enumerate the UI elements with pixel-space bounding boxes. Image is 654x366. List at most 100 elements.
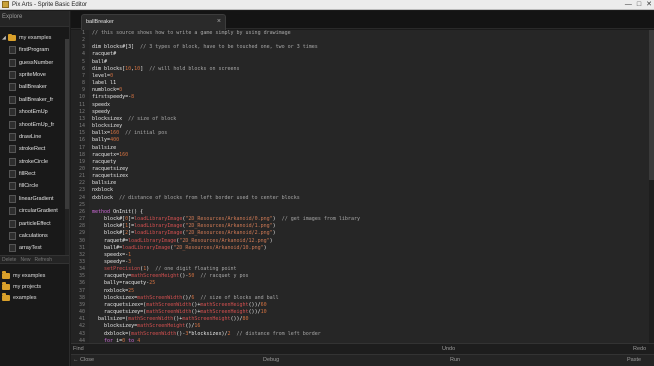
paste-button[interactable]: Paste bbox=[627, 357, 641, 363]
sidebar-file-item[interactable]: arrayTest bbox=[0, 242, 69, 254]
code-line[interactable]: 22 ballsize bbox=[71, 180, 654, 187]
close-window-button[interactable]: ✕ bbox=[646, 0, 652, 10]
code-line[interactable]: 16 bally=400 bbox=[71, 137, 654, 144]
line-source: racquetsizex=(mathScreenWidth()+mathScre… bbox=[92, 302, 654, 309]
code-line[interactable]: 38 blocksizex=mathScreenWidth()/6 // siz… bbox=[71, 295, 654, 302]
code-line[interactable]: 34 setPrecision(1) // one digit floating… bbox=[71, 266, 654, 273]
folder-icon bbox=[8, 33, 16, 41]
tab-ballbreaker[interactable]: ballBreaker × bbox=[81, 14, 226, 30]
code-line[interactable]: 32 speedx=-1 bbox=[71, 252, 654, 259]
undo-button[interactable]: Undo bbox=[442, 346, 455, 352]
sidebar-file-item[interactable]: calculations bbox=[0, 230, 69, 242]
debug-button[interactable]: Debug bbox=[263, 357, 279, 363]
line-source: level=0 bbox=[92, 73, 654, 80]
folder-my-examples[interactable]: ◢ my examples bbox=[0, 32, 69, 44]
sidebar-file-item[interactable]: spriteMove bbox=[0, 69, 69, 81]
code-line[interactable]: 27 block#[0]=loadLibraryImage("2D_Resour… bbox=[71, 216, 654, 223]
code-line[interactable]: 1 // this source shows how to write a gam… bbox=[71, 30, 654, 37]
refresh-button[interactable]: Refresh bbox=[34, 257, 52, 263]
code-line[interactable]: 31 ball#=loadLibraryImage("2D_Resources/… bbox=[71, 245, 654, 252]
code-line[interactable]: 43 dxblock=(mathScreenWidth()-3*blocksiz… bbox=[71, 331, 654, 338]
code-line[interactable]: 19 racquety bbox=[71, 159, 654, 166]
code-line[interactable]: 11 speedx bbox=[71, 102, 654, 109]
file-icon bbox=[9, 145, 16, 154]
code-line[interactable]: 2 bbox=[71, 37, 654, 44]
sidebar-file-item[interactable]: firstProgram bbox=[0, 44, 69, 56]
code-line[interactable]: 15 ballx=160 // initial pos bbox=[71, 130, 654, 137]
sidebar-scrollbar[interactable] bbox=[65, 39, 69, 255]
sidebar-file-item[interactable]: fillCircle bbox=[0, 180, 69, 192]
code-line[interactable]: 23 nxblock bbox=[71, 187, 654, 194]
code-token: 8 bbox=[131, 94, 135, 101]
delete-button[interactable]: Delete bbox=[2, 257, 16, 263]
code-line[interactable]: 9 numblock=0 bbox=[71, 87, 654, 94]
code-line[interactable]: 33 speedy=-3 bbox=[71, 259, 654, 266]
find-button[interactable]: Find bbox=[73, 346, 84, 352]
line-source: speedx=-1 bbox=[92, 252, 654, 259]
sidebar-file-item[interactable]: drawLine bbox=[0, 131, 69, 143]
sidebar-file-item[interactable]: ballBreaker bbox=[0, 81, 69, 93]
code-line[interactable]: 41 ballsize=(mathScreenWidth()+mathScree… bbox=[71, 316, 654, 323]
sidebar-file-item[interactable]: guessNumber bbox=[0, 56, 69, 68]
maximize-button[interactable]: □ bbox=[637, 0, 641, 10]
sidebar-file-item[interactable]: shootEmUp bbox=[0, 106, 69, 118]
sidebar-file-item[interactable]: particleEffect bbox=[0, 217, 69, 229]
code-line[interactable]: 5 ball# bbox=[71, 59, 654, 66]
line-source: bally=racquety-25 bbox=[92, 280, 654, 287]
code-line[interactable]: 24 dxblock // distance of blocks from lef… bbox=[71, 195, 654, 202]
code-line[interactable]: 21 racquetsizex bbox=[71, 173, 654, 180]
new-button[interactable]: New bbox=[20, 257, 30, 263]
sidebar-file-item[interactable]: circularGradient bbox=[0, 205, 69, 217]
minimize-button[interactable]: — bbox=[625, 0, 632, 10]
line-source: method OnInit() { bbox=[92, 209, 654, 216]
sidebar-file-label: circularGradient bbox=[19, 208, 58, 215]
code-line[interactable]: 17 ballsize bbox=[71, 145, 654, 152]
line-number: 12 bbox=[78, 108, 85, 115]
close-button[interactable]: ← Close bbox=[73, 357, 94, 363]
sidebar-file-item[interactable]: strokeCircle bbox=[0, 156, 69, 168]
project-folder-label: my projects bbox=[13, 283, 42, 290]
code-line[interactable]: 30 raquet#=loadLibraryImage("2D_Resource… bbox=[71, 238, 654, 245]
code-token: ) bbox=[272, 223, 276, 230]
sidebar-file-item[interactable]: shootEmUp_fr bbox=[0, 118, 69, 130]
code-line[interactable]: 3 dim blocks#[3] // 3 types of block, hav… bbox=[71, 44, 654, 51]
code-line[interactable]: 35 racquety=mathScreenHeight()-50 // rac… bbox=[71, 273, 654, 280]
code-line[interactable]: 28 block#[1]=loadLibraryImage("2D_Resour… bbox=[71, 223, 654, 230]
code-line[interactable]: 37 nxblock=25 bbox=[71, 288, 654, 295]
code-editor[interactable]: 1 // this source shows how to write a gam… bbox=[71, 30, 654, 343]
tab-close-icon[interactable]: × bbox=[217, 18, 221, 25]
code-line[interactable]: 14 blocksizey bbox=[71, 123, 654, 130]
code-line[interactable]: 20 racquetsizey bbox=[71, 166, 654, 173]
code-line[interactable]: 36 bally=racquety-25 bbox=[71, 280, 654, 287]
editor-scrollbar[interactable] bbox=[649, 30, 654, 343]
sidebar-file-item[interactable]: linearGradient bbox=[0, 193, 69, 205]
project-folder-label: examples bbox=[13, 294, 37, 301]
line-source: racquetsizex bbox=[92, 173, 654, 180]
code-line[interactable]: 7 level=0 bbox=[71, 73, 654, 80]
code-line[interactable]: 25 bbox=[71, 202, 654, 209]
code-line[interactable]: 8 label l1 bbox=[71, 80, 654, 87]
code-line[interactable]: 18 racquetx=160 bbox=[71, 152, 654, 159]
sidebar-file-item[interactable]: strokeRect bbox=[0, 143, 69, 155]
project-folder-my-examples[interactable]: my examples bbox=[0, 270, 69, 281]
editor-scroll-thumb[interactable] bbox=[649, 30, 654, 180]
code-area[interactable]: 1 // this source shows how to write a gam… bbox=[71, 30, 654, 343]
run-button[interactable]: Run bbox=[450, 357, 460, 363]
project-folder-my-projects[interactable]: my projects bbox=[0, 281, 69, 292]
code-line[interactable]: 12 speedy bbox=[71, 109, 654, 116]
code-line[interactable]: 29 block#[2]=loadLibraryImage("2D_Resour… bbox=[71, 230, 654, 237]
code-line[interactable]: 26 method OnInit() { bbox=[71, 209, 654, 216]
code-line[interactable]: 39 racquetsizex=(mathScreenWidth()+mathS… bbox=[71, 302, 654, 309]
code-line[interactable]: 10 firstspeedy=-8 bbox=[71, 94, 654, 101]
sidebar-file-item[interactable]: fillRect bbox=[0, 168, 69, 180]
code-line[interactable]: 6 dim blocks[10,10] // will hold blocks o… bbox=[71, 66, 654, 73]
code-line[interactable]: 13 blocksizex // size of block bbox=[71, 116, 654, 123]
code-line[interactable]: 40 racquetsizey=(mathScreenWidth()+mathS… bbox=[71, 309, 654, 316]
redo-button[interactable]: Redo bbox=[633, 346, 646, 352]
sidebar-scroll-thumb[interactable] bbox=[65, 39, 69, 209]
sidebar-file-item[interactable]: ballBreaker_fr bbox=[0, 94, 69, 106]
code-line[interactable]: 42 blocksizey=mathScreenHeight()/16 bbox=[71, 323, 654, 330]
project-folder-examples[interactable]: examples bbox=[0, 292, 69, 303]
file-icon bbox=[9, 194, 16, 203]
code-line[interactable]: 4 racquet# bbox=[71, 51, 654, 58]
